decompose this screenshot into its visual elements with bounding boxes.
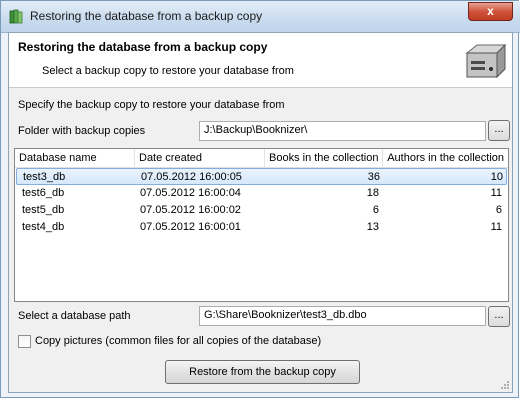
cell-authors: 11 xyxy=(490,221,502,233)
column-header-books[interactable]: Books in the collection xyxy=(265,149,383,167)
cell-authors: 11 xyxy=(490,187,502,199)
copy-pictures-checkbox[interactable] xyxy=(18,335,31,348)
restore-button[interactable]: Restore from the backup copy xyxy=(165,360,360,384)
db-path-field[interactable]: G:\Share\Booknizer\test3_db.dbo xyxy=(199,306,486,326)
header-title: Restoring the database from a backup cop… xyxy=(18,40,268,54)
cell-date: 07.05.2012 16:00:05 xyxy=(141,171,242,183)
backup-list[interactable]: Database name Date created Books in the … xyxy=(14,148,509,302)
table-row[interactable]: test3_db 07.05.2012 16:00:05 36 10 xyxy=(16,168,507,185)
cell-date: 07.05.2012 16:00:04 xyxy=(140,187,241,199)
cell-db-name: test5_db xyxy=(22,204,65,216)
cell-db-name: test6_db xyxy=(22,187,65,199)
db-path-browse-button[interactable]: ... xyxy=(488,306,510,327)
column-header-authors[interactable]: Authors in the collection xyxy=(383,149,508,167)
cell-books: 13 xyxy=(366,221,379,233)
resize-grip-icon[interactable] xyxy=(500,380,510,390)
copy-pictures-label[interactable]: Copy pictures (common files for all copi… xyxy=(35,335,321,347)
books-icon xyxy=(9,9,23,24)
folder-label: Folder with backup copies xyxy=(18,125,146,137)
instruction-text: Specify the backup copy to restore your … xyxy=(18,99,285,111)
close-button[interactable]: x xyxy=(468,2,513,21)
title-bar[interactable]: Restoring the database from a backup cop… xyxy=(1,1,520,33)
folder-field[interactable]: J:\Backup\Booknizer\ xyxy=(199,121,486,141)
db-path-label: Select a database path xyxy=(18,310,131,322)
table-row[interactable]: test6_db 07.05.2012 16:00:04 18 11 xyxy=(16,185,507,202)
cell-books: 18 xyxy=(366,187,379,199)
table-row[interactable]: test4_db 07.05.2012 16:00:01 13 11 xyxy=(16,219,507,236)
window-title: Restoring the database from a backup cop… xyxy=(30,9,263,23)
server-icon xyxy=(465,43,507,79)
column-header-name[interactable]: Database name xyxy=(15,149,135,167)
dialog-body: Restoring the database from a backup cop… xyxy=(8,32,513,393)
cell-date: 07.05.2012 16:00:02 xyxy=(140,204,241,216)
cell-db-name: test4_db xyxy=(22,221,65,233)
column-header-date[interactable]: Date created xyxy=(135,149,265,167)
cell-authors: 6 xyxy=(495,204,502,216)
dialog-header: Restoring the database from a backup cop… xyxy=(9,33,512,88)
header-subtitle: Select a backup copy to restore your dat… xyxy=(42,65,294,77)
cell-db-name: test3_db xyxy=(23,171,66,183)
cell-books: 6 xyxy=(372,204,379,216)
cell-authors: 10 xyxy=(490,171,503,183)
folder-browse-button[interactable]: ... xyxy=(488,120,510,141)
list-header: Database name Date created Books in the … xyxy=(15,149,508,168)
table-row[interactable]: test5_db 07.05.2012 16:00:02 6 6 xyxy=(16,202,507,219)
dialog-window: Restoring the database from a backup cop… xyxy=(0,0,520,398)
cell-date: 07.05.2012 16:00:01 xyxy=(140,221,241,233)
cell-books: 36 xyxy=(367,171,380,183)
